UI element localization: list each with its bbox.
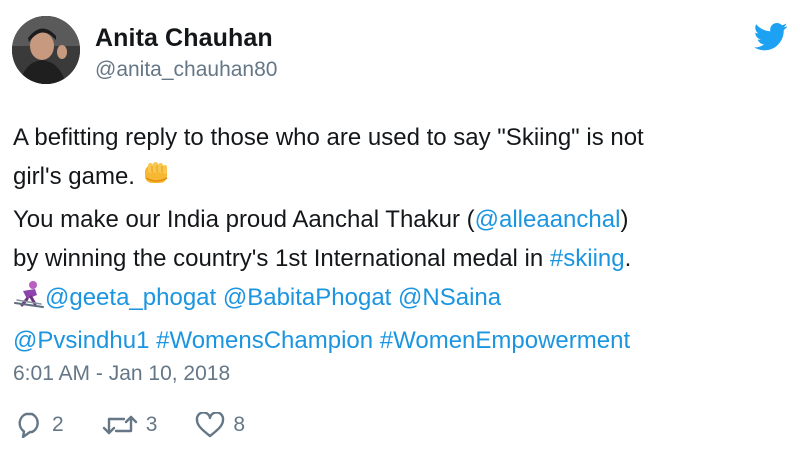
mention-link[interactable]: @Pvsindhu1	[13, 327, 149, 354]
reply-button[interactable]: 2	[14, 412, 64, 438]
like-count: 8	[233, 413, 246, 436]
like-icon	[196, 412, 225, 438]
user-handle[interactable]: @anita_chauhan80	[95, 58, 277, 82]
mention-link[interactable]: @BabitaPhogat	[223, 284, 391, 311]
reply-count: 2	[52, 413, 64, 436]
mention-link[interactable]: @alleaanchal	[475, 206, 621, 233]
retweet-count: 3	[145, 413, 158, 436]
avatar[interactable]	[12, 16, 80, 84]
reply-icon	[18, 412, 39, 438]
retweet-button[interactable]: 3	[102, 412, 158, 438]
tweet-text: A befitting reply to those who are used …	[13, 118, 788, 360]
tweet-line: by winning the country's 1st Internation…	[13, 245, 632, 272]
hashtag-link[interactable]: #skiing	[550, 245, 625, 272]
tweet-line: @Pvsindhu1 #WomensChampion #WomenEmpower…	[13, 321, 788, 360]
tweet-line: girl's game.	[13, 157, 788, 200]
action-bar: 2 3 8	[14, 412, 283, 438]
mention-link[interactable]: @geeta_phogat	[45, 284, 216, 311]
hashtag-link[interactable]: #WomenEmpowerment	[380, 327, 630, 354]
tweet-line: A befitting reply to those who are used …	[13, 124, 644, 151]
display-name[interactable]: Anita Chauhan	[95, 24, 273, 53]
skier-emoji	[13, 279, 45, 321]
tweet-line: You make our India proud Aanchal Thakur …	[13, 206, 629, 233]
tweet-timestamp[interactable]: 6:01 AM - Jan 10, 2018	[13, 362, 230, 386]
twitter-bird-icon[interactable]	[753, 22, 788, 52]
retweet-icon	[102, 415, 137, 435]
tweet-line: @geeta_phogat @BabitaPhogat @NSaina	[13, 278, 788, 321]
hashtag-link[interactable]: #WomensChampion	[156, 327, 373, 354]
mention-link[interactable]: @NSaina	[398, 284, 501, 311]
tweet-card: Anita Chauhan @anita_chauhan80 A befitti…	[0, 0, 800, 450]
oncoming-fist-emoji	[142, 160, 172, 200]
like-button[interactable]: 8	[195, 412, 245, 438]
